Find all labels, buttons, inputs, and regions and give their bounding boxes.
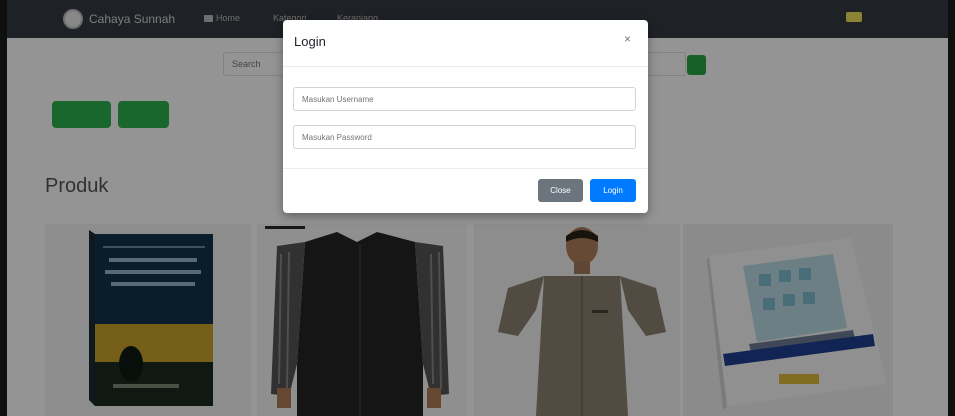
password-field [293,125,636,149]
modal-title: Login [294,34,326,49]
modal-header: Login × [283,20,648,67]
close-button[interactable]: Close [538,179,583,202]
close-icon[interactable]: × [618,31,637,47]
username-field [293,87,636,111]
login-button[interactable]: Login [590,179,636,202]
login-modal: Login × Close Login [283,20,648,213]
username-input[interactable] [294,88,635,110]
password-input[interactable] [294,126,635,148]
